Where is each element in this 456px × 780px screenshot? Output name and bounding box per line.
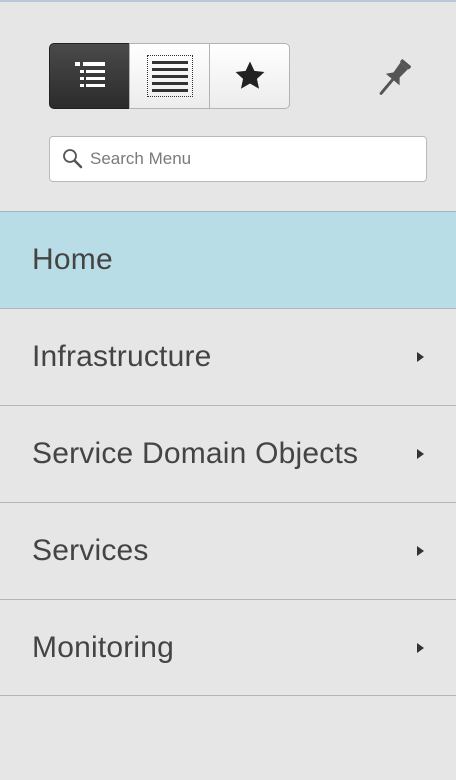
indented-list-icon: [74, 62, 105, 87]
menu-item-service-domain-objects[interactable]: Service Domain Objects: [0, 405, 456, 502]
menu-item-home[interactable]: Home: [0, 211, 456, 308]
search-input[interactable]: [90, 149, 390, 169]
menu-item-infrastructure[interactable]: Infrastructure: [0, 308, 456, 405]
list-view-button[interactable]: [129, 43, 210, 109]
list-icon: [151, 61, 188, 92]
main-menu: Home Infrastructure Service Domain Objec…: [0, 211, 456, 696]
search-box[interactable]: [49, 136, 427, 182]
chevron-right-icon: [417, 449, 424, 459]
menu-item-services[interactable]: Services: [0, 502, 456, 599]
chevron-right-icon: [417, 642, 424, 653]
pin-button[interactable]: [368, 54, 420, 102]
menu-item-label: Infrastructure: [32, 340, 212, 373]
menu-item-label: Home: [32, 243, 113, 276]
pin-icon: [379, 59, 412, 95]
menu-item-label: Service Domain Objects: [32, 437, 359, 470]
star-icon: [235, 61, 264, 89]
search-icon: [63, 149, 83, 169]
menu-item-label: Services: [32, 534, 149, 567]
chevron-right-icon: [417, 546, 424, 556]
view-mode-toolbar: [49, 43, 290, 109]
menu-item-label: Monitoring: [32, 630, 175, 664]
favorites-view-button[interactable]: [209, 43, 290, 109]
chevron-right-icon: [417, 352, 424, 362]
indented-list-view-button[interactable]: [49, 43, 130, 109]
menu-item-monitoring[interactable]: Monitoring: [0, 599, 456, 696]
navigation-panel: Home Infrastructure Service Domain Objec…: [0, 0, 456, 780]
